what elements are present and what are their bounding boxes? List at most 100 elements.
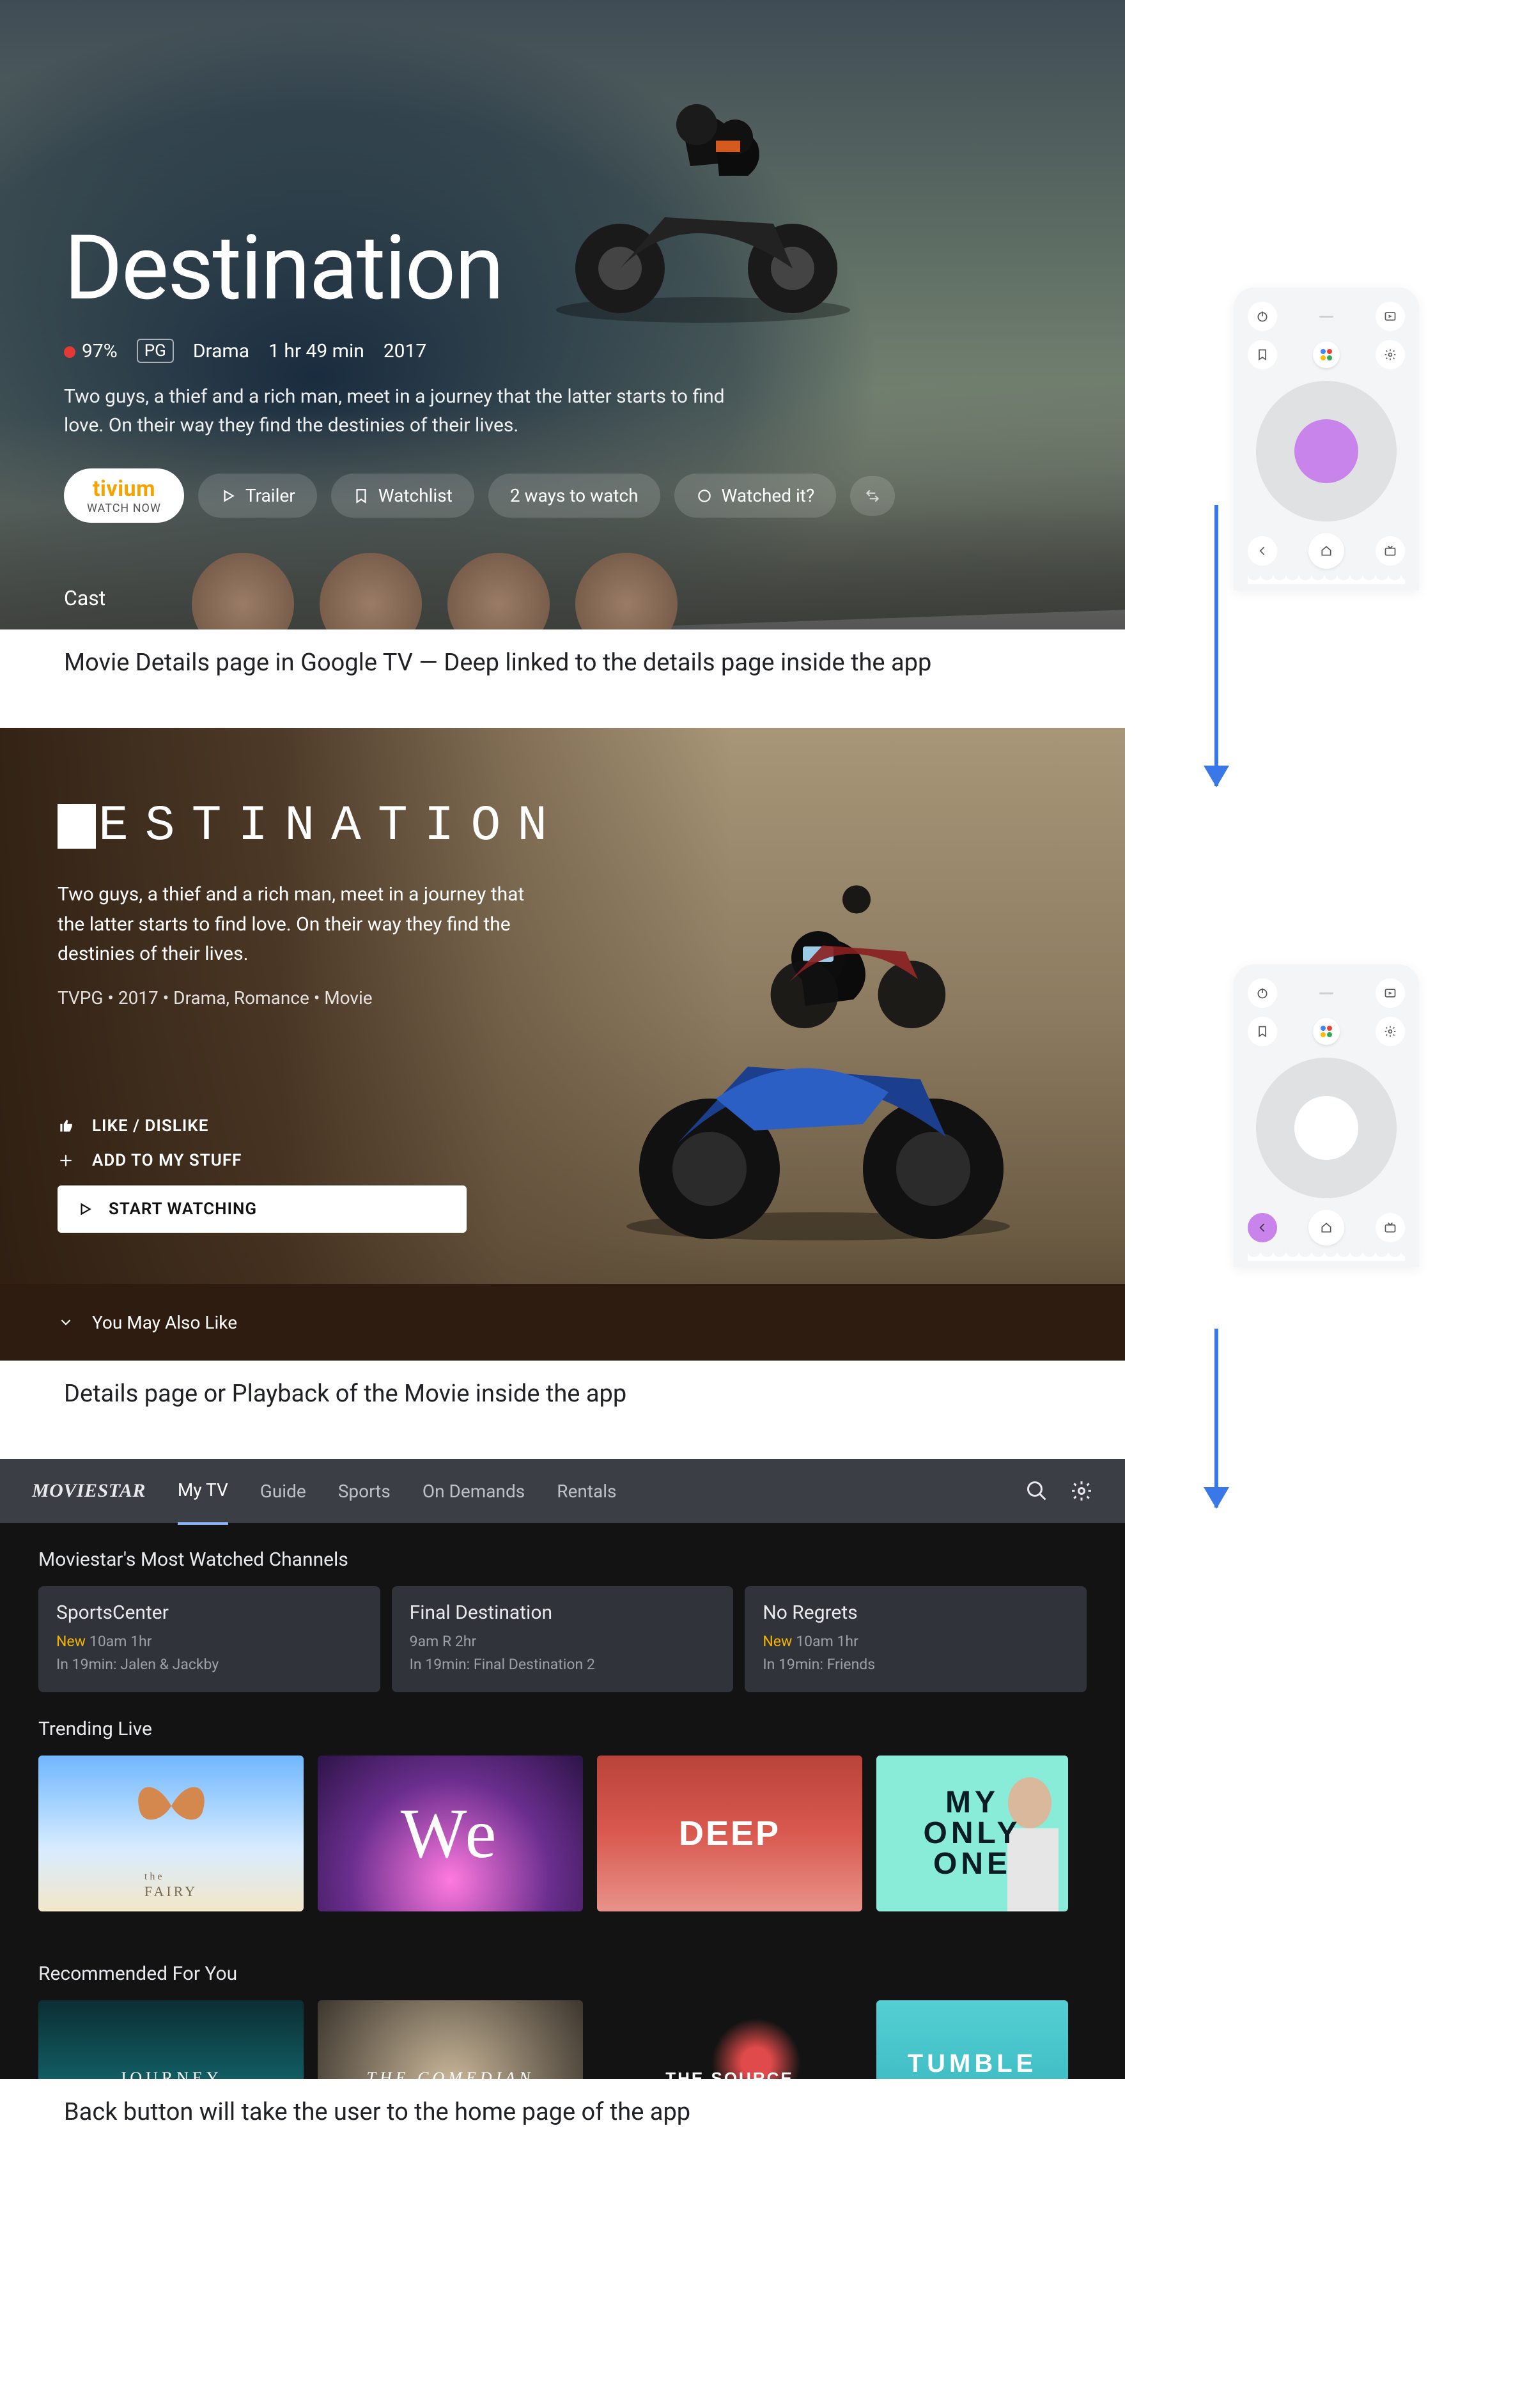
- remote-power-button[interactable]: [1248, 302, 1277, 331]
- plus-icon: [58, 1152, 74, 1169]
- power-icon: [1256, 987, 1269, 999]
- hero-artwork-secondary: [746, 872, 967, 1031]
- content-tile[interactable]: theFAIRY: [38, 1756, 304, 1911]
- remote-tv-button[interactable]: [1376, 536, 1405, 566]
- remote-select-button[interactable]: [1294, 1096, 1358, 1160]
- content-tile[interactable]: TUMBLE DRY: [876, 2000, 1068, 2079]
- cast-avatar[interactable]: [447, 553, 550, 629]
- tab-rentals[interactable]: Rentals: [557, 1459, 616, 1524]
- bookmark-icon: [1256, 348, 1269, 361]
- chevron-down-icon: [58, 1314, 74, 1331]
- power-icon: [1256, 310, 1269, 323]
- tab-my-tv[interactable]: My TV: [178, 1459, 228, 1525]
- remote-bookmark-button[interactable]: [1248, 1017, 1277, 1046]
- flip-icon: [864, 488, 881, 504]
- gear-icon: [1384, 1025, 1397, 1038]
- brand-logo: MOVIESTAR: [32, 1480, 146, 1502]
- gear-icon[interactable]: [1070, 1479, 1093, 1502]
- search-icon[interactable]: [1025, 1479, 1048, 1502]
- score: 97%: [64, 340, 118, 362]
- ways-to-watch-button[interactable]: 2 ways to watch: [488, 474, 660, 518]
- remote-back-button[interactable]: [1248, 1213, 1277, 1242]
- content-tile[interactable]: We: [318, 1756, 583, 1911]
- google-tv-movie-details-screen: Destination 97% PG Drama 1 hr 49 min 201…: [0, 0, 1125, 629]
- content-tile[interactable]: MY ONLY ONE: [876, 1756, 1068, 1911]
- home-icon: [1320, 544, 1333, 557]
- remote-control: [1234, 288, 1419, 590]
- start-watching-button[interactable]: START WATCHING: [58, 1185, 467, 1233]
- remote-tv-button[interactable]: [1376, 1213, 1405, 1242]
- tv-icon: [1384, 544, 1397, 557]
- circle-icon: [696, 488, 713, 504]
- flow-arrow-icon: [1214, 1329, 1218, 1508]
- cast-heading: Cast: [64, 586, 105, 610]
- remote-led-icon: [1319, 992, 1333, 994]
- bookmark-icon: [353, 488, 369, 504]
- remote-dpad[interactable]: [1256, 1058, 1397, 1198]
- movie-title: Destination: [64, 224, 895, 313]
- section-trending-heading: Trending Live: [0, 1692, 1125, 1756]
- remote-dpad[interactable]: [1256, 381, 1397, 521]
- watch-now-button[interactable]: tivium WATCH NOW: [64, 468, 184, 523]
- screen1-caption: Movie Details page in Google TV — Deep l…: [0, 629, 1125, 728]
- remote-select-button[interactable]: [1294, 419, 1358, 483]
- new-badge: New: [763, 1633, 792, 1650]
- cast-avatar[interactable]: [192, 553, 294, 629]
- runtime: 1 hr 49 min: [268, 340, 364, 362]
- flow-arrow-icon: [1214, 505, 1218, 786]
- channel-card[interactable]: SportsCenter New10am 1hr In 19min: Jalen…: [38, 1586, 380, 1692]
- channel-card[interactable]: No Regrets New10am 1hr In 19min: Friends: [745, 1586, 1087, 1692]
- butterfly-icon: [133, 1777, 210, 1835]
- screen3-caption: Back button will take the user to the ho…: [0, 2079, 1125, 2177]
- remote-home-button[interactable]: [1308, 1210, 1344, 1246]
- tab-guide[interactable]: Guide: [260, 1459, 306, 1524]
- remote-power-button[interactable]: [1248, 978, 1277, 1008]
- remote-led-icon: [1319, 316, 1333, 318]
- tab-sports[interactable]: Sports: [338, 1459, 391, 1524]
- remote-back-button[interactable]: [1248, 536, 1277, 566]
- content-tile[interactable]: THE SOURCE: [597, 2000, 862, 2079]
- play-icon: [77, 1201, 93, 1217]
- remote-input-button[interactable]: [1376, 302, 1405, 331]
- content-tile[interactable]: JOURNEY: [38, 2000, 304, 2079]
- rating-chip: PG: [137, 339, 174, 363]
- flip-button[interactable]: [850, 476, 895, 516]
- play-icon: [220, 488, 237, 504]
- watchlist-button[interactable]: Watchlist: [331, 474, 474, 518]
- bookmark-icon: [1256, 1025, 1269, 1038]
- channel-card[interactable]: Final Destination 9am R 2hr In 19min: Fi…: [392, 1586, 734, 1692]
- new-badge: New: [56, 1633, 86, 1650]
- app-home-screen: MOVIESTAR My TV Guide Sports On Demands …: [0, 1459, 1125, 2079]
- remote-control: [1234, 964, 1419, 1267]
- back-arrow-icon: [1256, 1221, 1269, 1234]
- remote-settings-button[interactable]: [1376, 1017, 1405, 1046]
- remote-bookmark-button[interactable]: [1248, 340, 1277, 369]
- assistant-icon: [1321, 1026, 1332, 1037]
- home-icon: [1320, 1221, 1333, 1234]
- remote-assistant-button[interactable]: [1313, 1018, 1340, 1045]
- content-tile[interactable]: DEEP: [597, 1756, 862, 1911]
- like-dislike-button[interactable]: LIKE / DISLIKE: [58, 1116, 467, 1136]
- content-tile[interactable]: THE COMEDIAN: [318, 2000, 583, 2079]
- tab-on-demands[interactable]: On Demands: [423, 1459, 525, 1524]
- add-to-my-stuff-button[interactable]: ADD TO MY STUFF: [58, 1151, 467, 1170]
- watched-it-button[interactable]: Watched it?: [674, 474, 837, 518]
- trailer-button[interactable]: Trailer: [198, 474, 317, 518]
- movie-title: ESTINATION: [0, 728, 1125, 854]
- remote-assistant-button[interactable]: [1313, 341, 1340, 368]
- year: 2017: [384, 340, 426, 362]
- thumb-icon: [58, 1118, 74, 1134]
- assistant-icon: [1321, 349, 1332, 360]
- app-movie-details-screen: ESTINATION Two guys, a thief and a rich …: [0, 728, 1125, 1361]
- movie-description: Two guys, a thief and a rich man, meet i…: [58, 880, 543, 969]
- remote-input-button[interactable]: [1376, 978, 1405, 1008]
- cast-avatar[interactable]: [575, 553, 678, 629]
- cast-avatar[interactable]: [320, 553, 422, 629]
- gear-icon: [1384, 348, 1397, 361]
- remote-settings-button[interactable]: [1376, 340, 1405, 369]
- top-nav: MOVIESTAR My TV Guide Sports On Demands …: [0, 1459, 1125, 1523]
- remote-home-button[interactable]: [1308, 533, 1344, 569]
- genre: Drama: [193, 340, 249, 362]
- you-may-also-like-row[interactable]: You May Also Like: [0, 1284, 1125, 1361]
- section-most-watched-heading: Moviestar's Most Watched Channels: [0, 1523, 1125, 1586]
